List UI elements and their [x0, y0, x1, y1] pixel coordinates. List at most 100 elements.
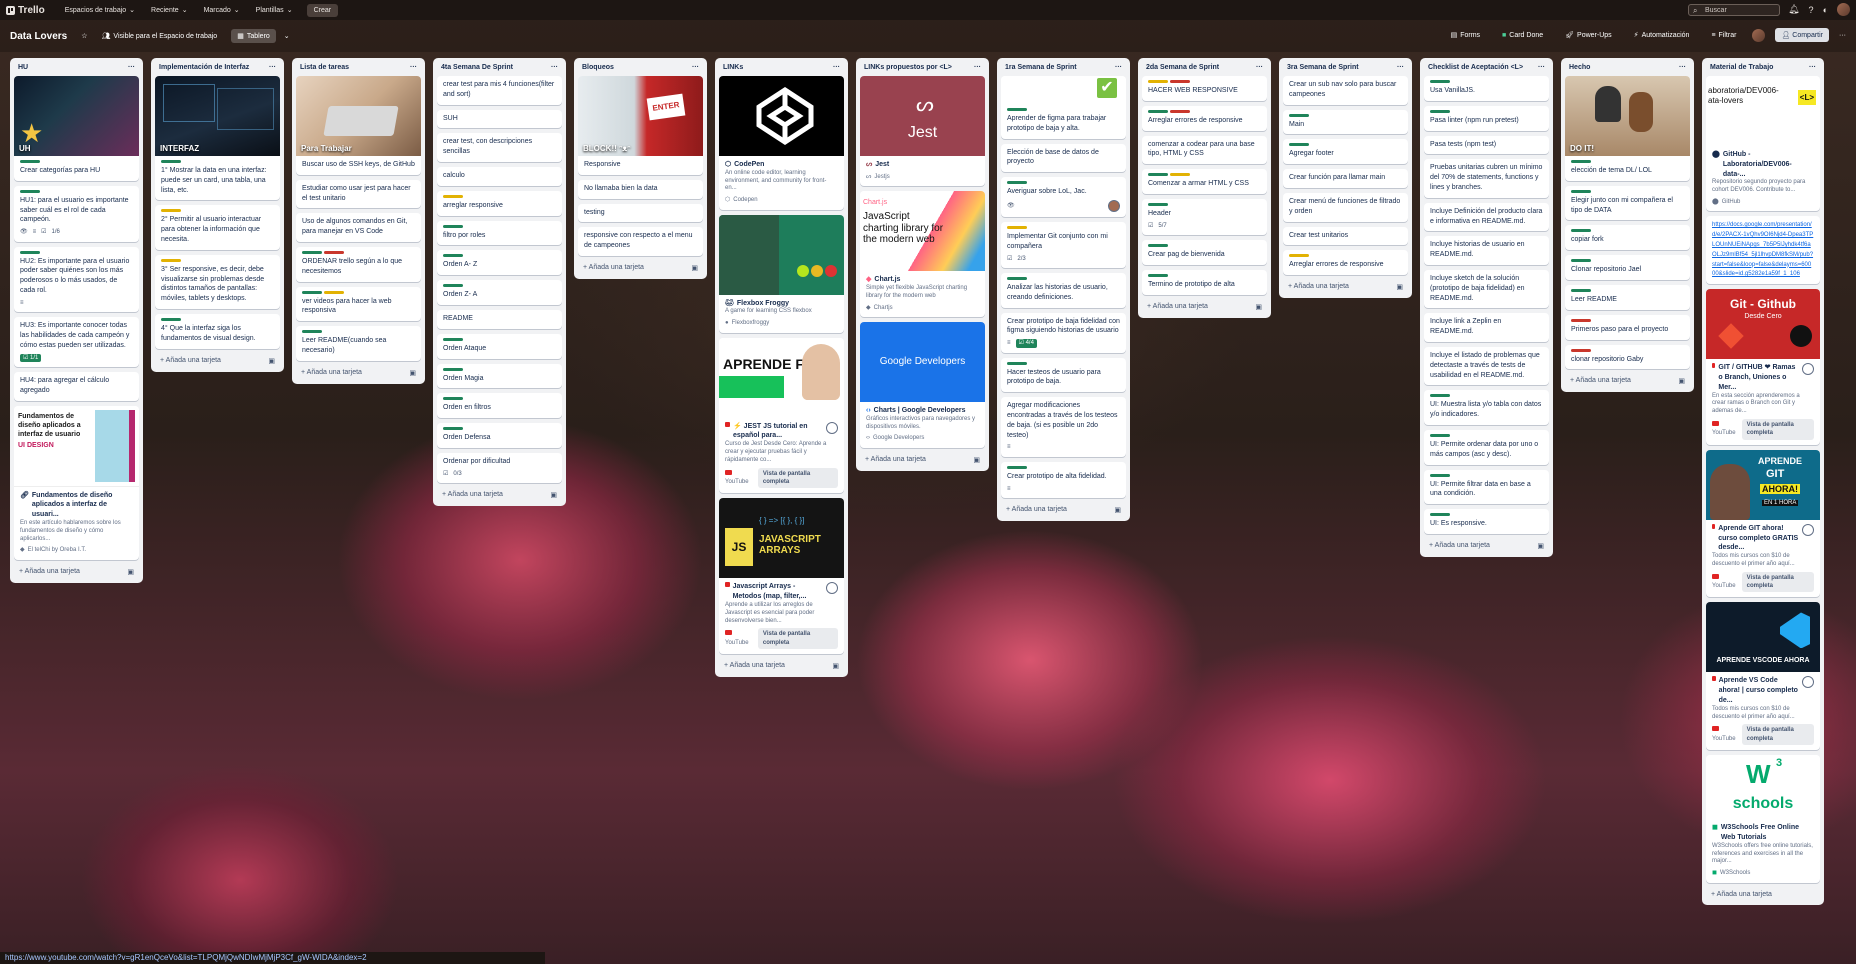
- card[interactable]: Incluye link a Zeplin en README.md.: [1424, 313, 1549, 342]
- card[interactable]: Hacer testeos de usuario para prototipo …: [1001, 357, 1126, 393]
- card[interactable]: ORDENAR trello según a lo que necesitemo…: [296, 246, 421, 282]
- template-icon[interactable]: ▣: [1396, 283, 1403, 291]
- card-cover-doit[interactable]: DO IT! elección de tema DL/ LOL: [1565, 76, 1690, 181]
- card[interactable]: Agregar footer: [1283, 139, 1408, 165]
- chevron-down-icon[interactable]: ⌄: [284, 32, 290, 40]
- link-card-vscode[interactable]: APRENDE VSCODE AHORA Aprende VS Code ahor…: [1706, 602, 1820, 751]
- link-card-aprende-git[interactable]: APRENDE GIT AHORA! EN 1 HORA Aprende GIT aho…: [1706, 449, 1820, 598]
- card[interactable]: HU2: Es importante para el usuario poder…: [14, 246, 139, 313]
- card[interactable]: crear test, con descripciones sencillas: [437, 133, 562, 162]
- card[interactable]: HU1: para el usuario es importante saber…: [14, 185, 139, 242]
- card[interactable]: UI: Muestra lista y/o tabla con datos y/…: [1424, 390, 1549, 425]
- card[interactable]: README: [437, 309, 562, 329]
- visibility-button[interactable]: 👥︎ Visible para el Espacio de trabajo: [96, 29, 224, 43]
- card[interactable]: comenzar a codear para una base tipo, HT…: [1142, 135, 1267, 165]
- card[interactable]: Elegir junto con mi compañera el tipo de…: [1565, 185, 1690, 221]
- fullscreen-button[interactable]: Vista de pantalla completa: [757, 628, 838, 650]
- card[interactable]: Orden Z- A: [437, 280, 562, 305]
- card[interactable]: Estudiar como usar jest para hacer el te…: [296, 179, 421, 209]
- add-card-button[interactable]: + Añada una tarjeta ▣: [155, 354, 280, 368]
- card[interactable]: HACER WEB RESPONSIVE: [1142, 76, 1267, 101]
- card[interactable]: Leer README: [1565, 284, 1690, 310]
- card[interactable]: Crear test unitarios: [1283, 226, 1408, 246]
- template-icon[interactable]: ▣: [1537, 542, 1544, 550]
- template-icon[interactable]: ▣: [1114, 506, 1121, 514]
- trello-logo[interactable]: Trello: [6, 5, 45, 16]
- list-title[interactable]: LINKs propuestos por <L>: [864, 64, 952, 71]
- card[interactable]: Crear menú de funciones de filtrado y or…: [1283, 192, 1408, 222]
- create-button[interactable]: Crear: [306, 3, 339, 17]
- card[interactable]: Uso de algunos comandos en Git, para man…: [296, 213, 421, 242]
- share-button[interactable]: 👤︎ Compartir: [1775, 28, 1829, 42]
- card[interactable]: Crear pag de bienvenida: [1142, 240, 1267, 265]
- link-card-js-arrays[interactable]: JS JAVASCRIPT ARRAYS { } => [{ }, { }] Java…: [719, 498, 844, 655]
- more-icon[interactable]: ···: [1115, 64, 1122, 71]
- card[interactable]: Arreglar errores de responsive: [1283, 250, 1408, 276]
- add-card-button[interactable]: + Añada una tarjeta: [1706, 888, 1820, 901]
- card-done-button[interactable]: ■ Card Done: [1496, 29, 1549, 42]
- card[interactable]: 3° Ser responsive, es decir, debe visual…: [155, 254, 280, 309]
- more-icon[interactable]: ···: [410, 64, 417, 71]
- link-card-jest-video[interactable]: APRENDE FÁCIL ⚡ JEST JS tutorial en españ…: [719, 337, 844, 494]
- more-icon[interactable]: ···: [974, 64, 981, 71]
- card[interactable]: Crear función para llamar main: [1283, 169, 1408, 188]
- card[interactable]: responsive con respecto a el menu de cam…: [578, 227, 703, 256]
- card[interactable]: SUH: [437, 109, 562, 129]
- link-card-git-github[interactable]: Git - Github Desde Cero GIT / GITHUB ❤ Ram…: [1706, 289, 1820, 445]
- list-title[interactable]: Material de Trabajo: [1710, 64, 1773, 71]
- add-card-button[interactable]: + Añada una tarjeta ▣: [719, 659, 844, 673]
- star-icon[interactable]: ☆: [81, 32, 87, 40]
- card[interactable]: testing: [578, 203, 703, 223]
- list-title[interactable]: Implementación de Interfaz: [159, 64, 249, 71]
- add-card-button[interactable]: + Añada una tarjeta ▣: [14, 565, 139, 579]
- card[interactable]: Pasa tests (npm test): [1424, 135, 1549, 155]
- card[interactable]: Crear prototipo de alta fidelidad. ≡: [1001, 461, 1126, 498]
- card[interactable]: Ordenar por dificultad ☑ 0/3: [437, 452, 562, 484]
- fullscreen-button[interactable]: Vista de pantalla completa: [1741, 724, 1814, 746]
- fullscreen-button[interactable]: Vista de pantalla completa: [1741, 418, 1814, 440]
- card[interactable]: Orden Magia: [437, 363, 562, 389]
- template-icon[interactable]: ▣: [127, 568, 134, 576]
- list-title[interactable]: Checklist de Aceptación <L>: [1428, 64, 1523, 71]
- list-title[interactable]: LINKs: [723, 64, 743, 71]
- card[interactable]: Orden A- Z: [437, 250, 562, 276]
- nav-templates[interactable]: Plantillas ⌄: [250, 3, 299, 17]
- search-input[interactable]: ⌕ Buscar: [1688, 4, 1780, 16]
- more-icon[interactable]: ···: [1538, 64, 1545, 71]
- automation-button[interactable]: ⚡︎ Automatización: [1628, 28, 1696, 42]
- user-avatar[interactable]: [1837, 3, 1850, 16]
- add-card-button[interactable]: + Añada una tarjeta ▣: [296, 366, 421, 380]
- card-cover-trabajar[interactable]: Para Trabajar Buscar uso de SSH keys, de …: [296, 76, 421, 175]
- nav-workspaces[interactable]: Espacios de trabajo ⌄: [59, 3, 141, 17]
- card[interactable]: copiar fork: [1565, 225, 1690, 251]
- more-icon[interactable]: ···: [1256, 64, 1263, 71]
- list-title[interactable]: HU: [18, 64, 28, 71]
- template-icon[interactable]: ▣: [409, 369, 416, 377]
- nav-recent[interactable]: Reciente ⌄: [145, 3, 194, 17]
- card[interactable]: No llamaba bien la data: [578, 179, 703, 199]
- card[interactable]: 2° Permitir al usuario interactuar para …: [155, 205, 280, 250]
- card[interactable]: Incluye historias de usuario en README.m…: [1424, 236, 1549, 265]
- nav-starred[interactable]: Marcado ⌄: [198, 3, 246, 17]
- template-icon[interactable]: ▣: [691, 264, 698, 272]
- fullscreen-button[interactable]: Vista de pantalla completa: [1741, 571, 1814, 593]
- add-card-button[interactable]: + Añada una tarjeta ▣: [1424, 539, 1549, 553]
- card[interactable]: Orden Defensa: [437, 423, 562, 448]
- card[interactable]: Elección de base de datos de proyecto: [1001, 143, 1126, 173]
- more-icon[interactable]: ···: [551, 64, 558, 71]
- more-icon[interactable]: ···: [1839, 32, 1846, 39]
- more-icon[interactable]: ···: [269, 64, 276, 71]
- more-icon[interactable]: ···: [1809, 64, 1816, 71]
- template-icon[interactable]: ▣: [1678, 377, 1685, 385]
- add-card-button[interactable]: + Añada una tarjeta ▣: [1142, 300, 1267, 314]
- theme-icon[interactable]: ◐: [1823, 5, 1828, 15]
- card[interactable]: crear test para mis 4 funciones(filter a…: [437, 76, 562, 105]
- list-title[interactable]: 2da Semana de Sprint: [1146, 64, 1219, 71]
- card-cover-interfaz[interactable]: INTERFAZ 1° Mostrar la data en una interf…: [155, 76, 280, 201]
- link-card-chartjs[interactable]: Chart.js JavaScript charting library for …: [860, 191, 985, 317]
- template-icon[interactable]: ▣: [550, 491, 557, 499]
- card[interactable]: 4° Que la interfaz siga los fundamentos …: [155, 313, 280, 349]
- card[interactable]: Implementar Git conjunto con mi compañer…: [1001, 221, 1126, 268]
- card[interactable]: Pruebas unitarias cubren un mínimo del 7…: [1424, 159, 1549, 198]
- card[interactable]: calculo: [437, 166, 562, 186]
